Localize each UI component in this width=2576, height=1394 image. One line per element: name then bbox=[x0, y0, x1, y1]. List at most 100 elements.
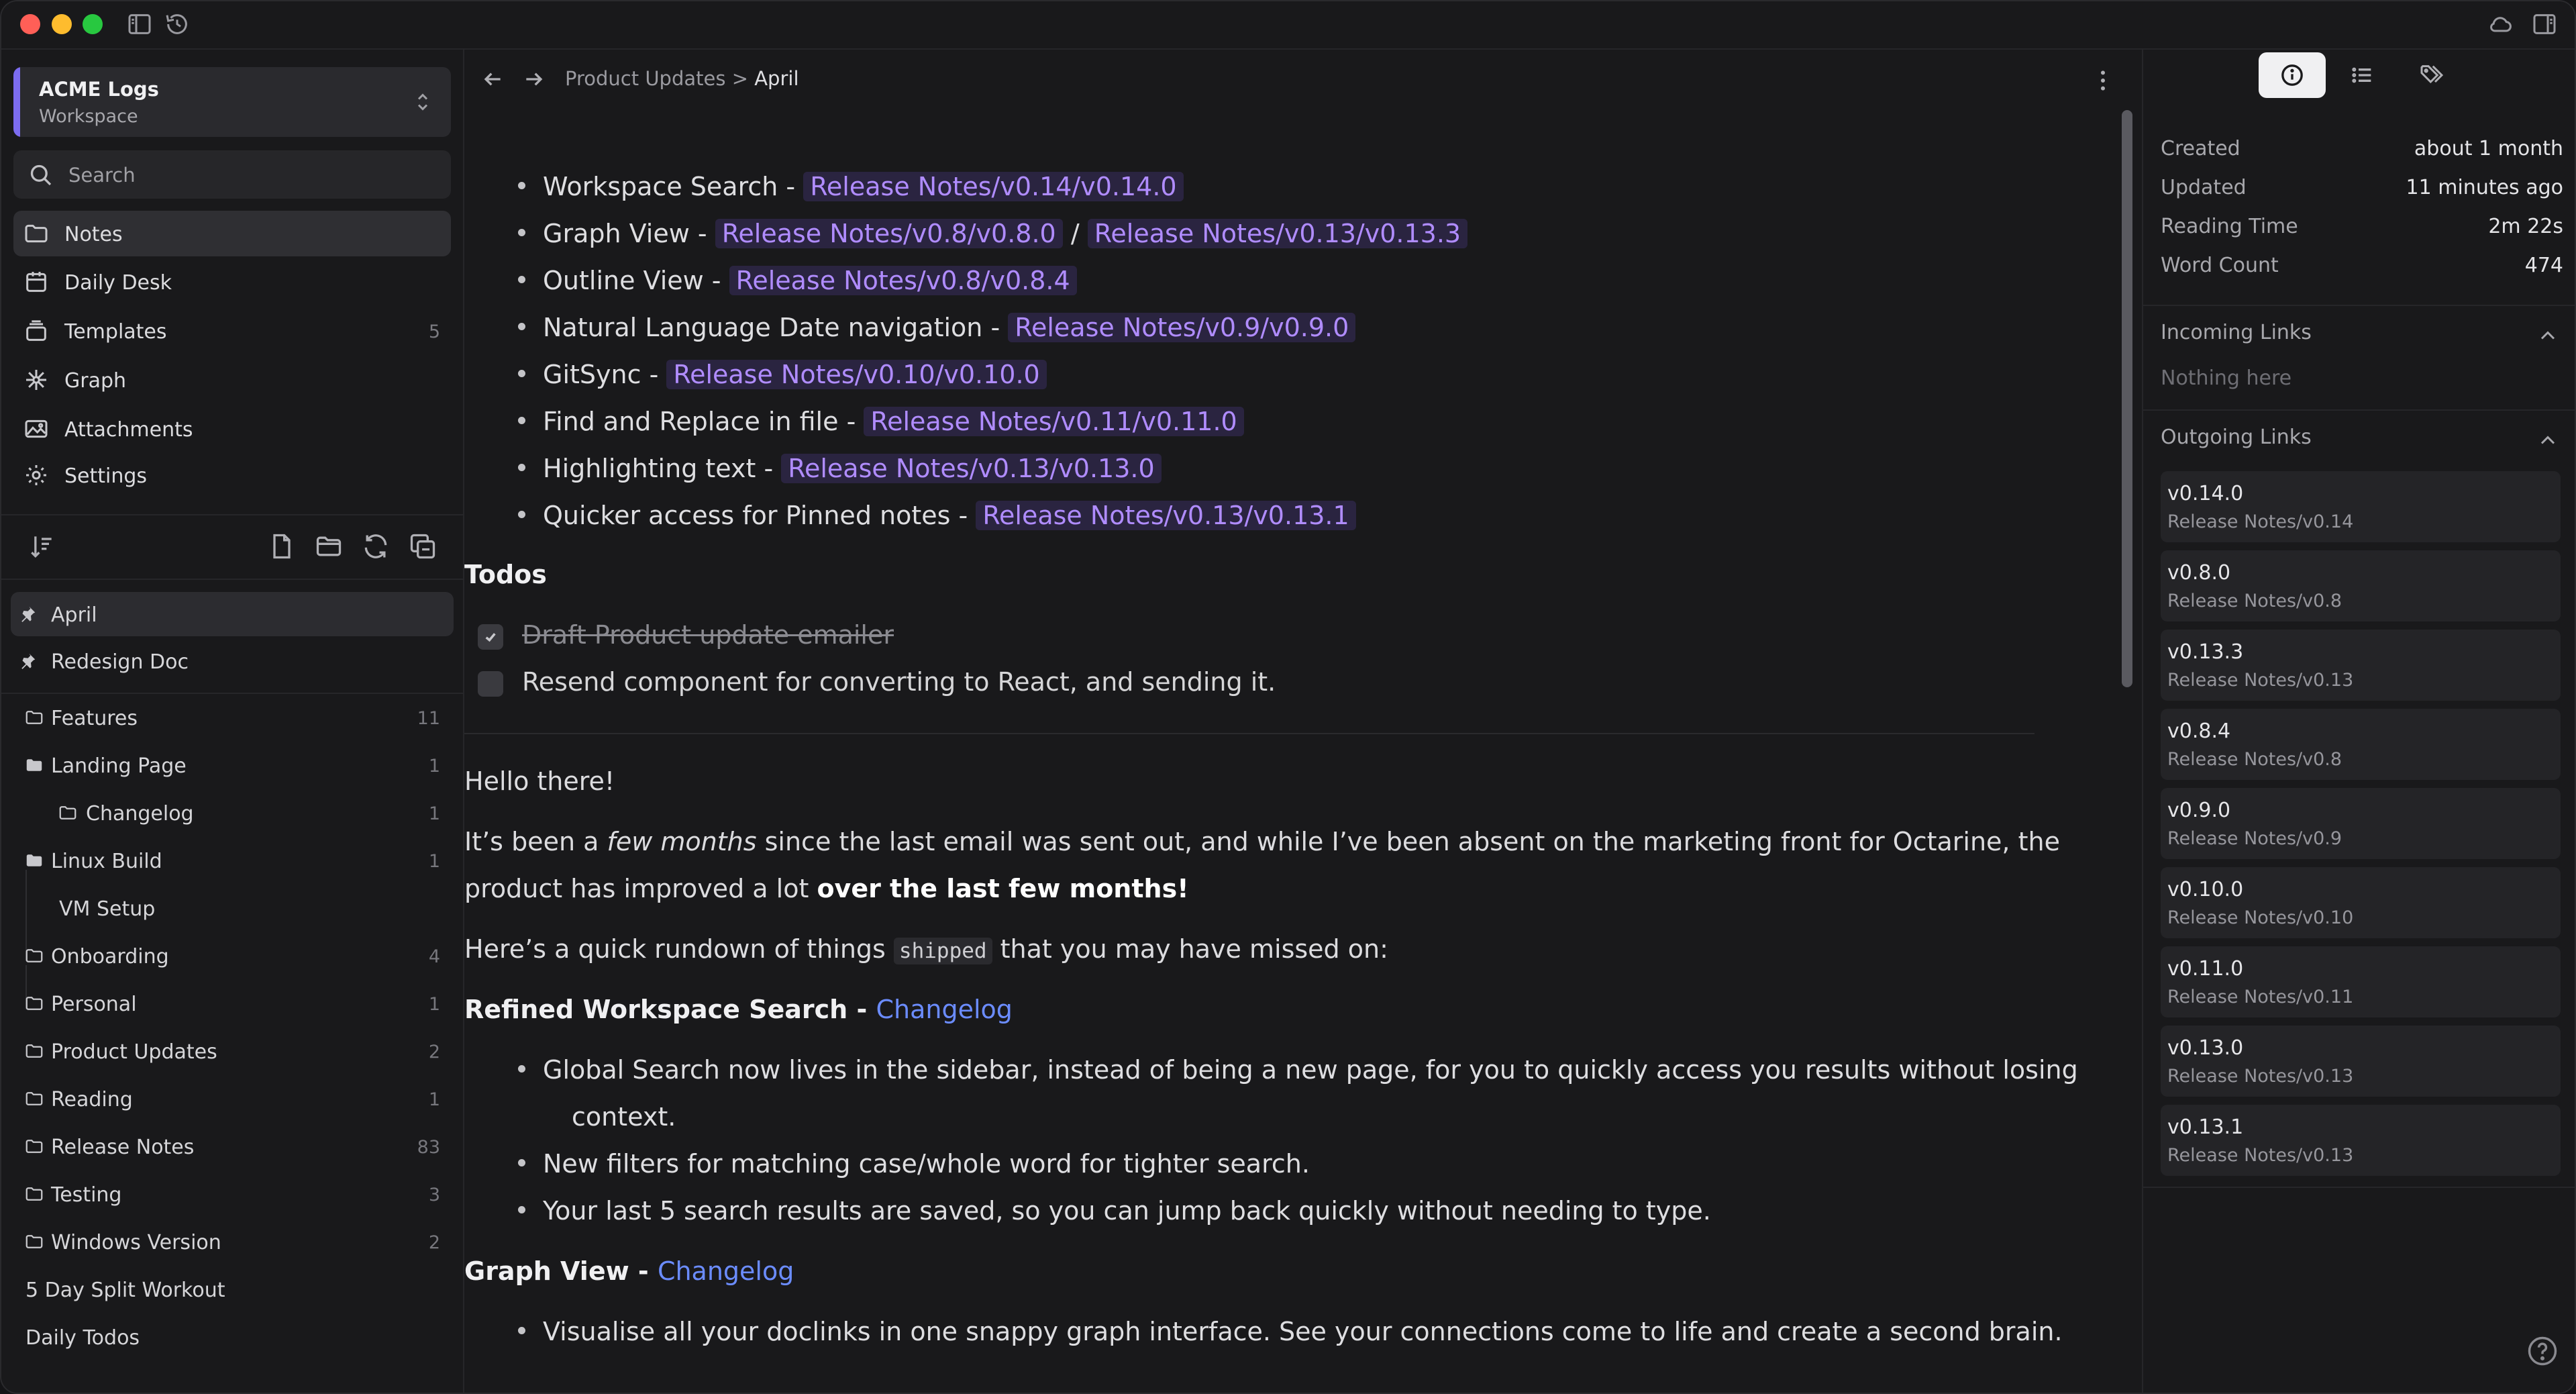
tree-folder-landing-page[interactable]: Landing Page 1 bbox=[11, 743, 454, 787]
tree-folder-features[interactable]: Features 11 bbox=[11, 695, 454, 740]
refresh-icon[interactable] bbox=[361, 532, 391, 561]
pinned-item-redesign-doc[interactable]: Redesign Doc bbox=[11, 639, 454, 683]
pinned-item-april[interactable]: April bbox=[11, 592, 454, 636]
section-heading: Refined Workspace Search - Changelog bbox=[464, 995, 1013, 1024]
list-item: Natural Language Date navigation - Relea… bbox=[518, 313, 1356, 342]
link-path: Release Notes/v0.9 bbox=[2167, 828, 2342, 849]
doclink[interactable]: Release Notes/v0.13/v0.13.0 bbox=[781, 454, 1162, 483]
chevron-up-icon[interactable] bbox=[2536, 323, 2560, 348]
doclink[interactable]: Release Notes/v0.8/v0.8.4 bbox=[729, 266, 1077, 295]
help-icon[interactable] bbox=[2525, 1334, 2560, 1368]
incoming-links-title[interactable]: Incoming Links bbox=[2161, 321, 2312, 344]
new-folder-icon[interactable] bbox=[314, 532, 344, 561]
tree-note-daily-todos[interactable]: Daily Todos bbox=[11, 1315, 454, 1359]
link-path: Release Notes/v0.8 bbox=[2167, 591, 2342, 611]
tree-item-count: 1 bbox=[428, 803, 440, 824]
bullet bbox=[518, 1206, 525, 1213]
back-arrow-icon[interactable] bbox=[479, 66, 506, 93]
sort-icon[interactable] bbox=[27, 532, 56, 561]
nav-item-templates[interactable]: Templates 5 bbox=[13, 308, 451, 354]
forward-arrow-icon[interactable] bbox=[521, 66, 548, 93]
close-window-button[interactable] bbox=[20, 14, 40, 34]
outgoing-link-card[interactable]: v0.11.0 Release Notes/v0.11 bbox=[2161, 946, 2561, 1017]
list-item-continuation: context. bbox=[572, 1102, 676, 1132]
link-title: v0.9.0 bbox=[2167, 799, 2231, 822]
nav-item-label: Settings bbox=[64, 464, 148, 488]
tree-note-vm-setup[interactable]: VM Setup bbox=[11, 886, 454, 930]
outgoing-link-card[interactable]: v0.13.1 Release Notes/v0.13 bbox=[2161, 1105, 2561, 1176]
bullet bbox=[518, 1327, 525, 1334]
tab-outline[interactable] bbox=[2328, 52, 2395, 98]
more-options-icon[interactable] bbox=[2090, 66, 2116, 95]
tree-item-count: 1 bbox=[428, 994, 440, 1015]
tree-folder-changelog[interactable]: Changelog 1 bbox=[11, 791, 454, 835]
doclink[interactable]: Release Notes/v0.13/v0.13.1 bbox=[976, 501, 1356, 530]
todo-checkbox[interactable] bbox=[478, 671, 503, 697]
sidebar-toggle-icon[interactable] bbox=[126, 11, 153, 38]
cloud-sync-icon[interactable] bbox=[2487, 11, 2514, 38]
meta-value: about 1 month bbox=[2414, 137, 2563, 160]
nav-item-settings[interactable]: Settings bbox=[13, 452, 451, 498]
breadcrumb-parent[interactable]: Product Updates bbox=[565, 67, 725, 90]
changelog-link[interactable]: Changelog bbox=[876, 995, 1012, 1024]
doclink[interactable]: Release Notes/v0.13/v0.13.3 bbox=[1087, 219, 1468, 248]
link-path: Release Notes/v0.10 bbox=[2167, 907, 2354, 928]
outgoing-link-card[interactable]: v0.10.0 Release Notes/v0.10 bbox=[2161, 867, 2561, 938]
tab-info[interactable] bbox=[2259, 52, 2326, 98]
title-bar bbox=[1, 1, 2575, 50]
tree-folder-release-notes[interactable]: Release Notes 83 bbox=[11, 1124, 454, 1168]
stack-icon bbox=[26, 320, 46, 341]
meta-value: 2m 22s bbox=[2488, 215, 2563, 238]
collapse-all-icon[interactable] bbox=[408, 532, 437, 561]
link-title: v0.8.0 bbox=[2167, 561, 2231, 585]
changelog-link[interactable]: Changelog bbox=[658, 1256, 794, 1286]
folder-open-icon bbox=[26, 854, 42, 866]
doclink[interactable]: Release Notes/v0.8/v0.8.0 bbox=[715, 219, 1063, 248]
outgoing-link-card[interactable]: v0.14.0 Release Notes/v0.14 bbox=[2161, 471, 2561, 542]
tree-item-label: Testing bbox=[51, 1183, 122, 1207]
history-icon[interactable] bbox=[164, 11, 191, 38]
tree-folder-windows-version[interactable]: Windows Version 2 bbox=[11, 1219, 454, 1264]
doclink[interactable]: Release Notes/v0.10/v0.10.0 bbox=[666, 360, 1047, 389]
nav-item-label: Notes bbox=[64, 223, 123, 246]
tree-folder-reading[interactable]: Reading 1 bbox=[11, 1077, 454, 1121]
new-file-icon[interactable] bbox=[267, 532, 297, 561]
right-panel-toggle-icon[interactable] bbox=[2531, 11, 2558, 38]
outgoing-link-card[interactable]: v0.8.0 Release Notes/v0.8 bbox=[2161, 550, 2561, 621]
maximize-window-button[interactable] bbox=[83, 14, 103, 34]
nav-item-daily-desk[interactable]: Daily Desk bbox=[13, 259, 451, 305]
minimize-window-button[interactable] bbox=[52, 14, 72, 34]
tree-folder-linux-build[interactable]: Linux Build 1 bbox=[11, 838, 454, 883]
doclink[interactable]: Release Notes/v0.9/v0.9.0 bbox=[1008, 313, 1356, 342]
editor-scrollbar[interactable] bbox=[2122, 110, 2132, 687]
doclink[interactable]: Release Notes/v0.11/v0.11.0 bbox=[864, 407, 1244, 436]
outgoing-link-card[interactable]: v0.13.0 Release Notes/v0.13 bbox=[2161, 1026, 2561, 1097]
nav-item-attachments[interactable]: Attachments bbox=[13, 406, 451, 452]
text-run: It’s been a bbox=[464, 827, 607, 856]
tree-note-5-day-split-workout[interactable]: 5 Day Split Workout bbox=[11, 1267, 454, 1311]
tree-folder-testing[interactable]: Testing 3 bbox=[11, 1172, 454, 1216]
tree-item-label: Product Updates bbox=[51, 1040, 217, 1064]
outgoing-link-card[interactable]: v0.9.0 Release Notes/v0.9 bbox=[2161, 788, 2561, 859]
tree-folder-product-updates[interactable]: Product Updates 2 bbox=[11, 1029, 454, 1073]
link-path: Release Notes/v0.8 bbox=[2167, 749, 2342, 770]
bullet bbox=[518, 1065, 525, 1073]
list-icon bbox=[2352, 67, 2371, 83]
divider bbox=[1, 579, 463, 580]
todo-checkbox[interactable] bbox=[478, 624, 503, 650]
outgoing-link-card[interactable]: v0.8.4 Release Notes/v0.8 bbox=[2161, 709, 2561, 780]
nav-item-graph[interactable]: Graph bbox=[13, 357, 451, 403]
chevron-up-icon[interactable] bbox=[2536, 428, 2560, 452]
folder-icon bbox=[25, 1187, 43, 1201]
workspace-switcher[interactable]: ACME Logs Workspace bbox=[13, 67, 451, 137]
tree-folder-personal[interactable]: Personal 1 bbox=[11, 981, 454, 1026]
doclink[interactable]: Release Notes/v0.14/v0.14.0 bbox=[803, 172, 1184, 201]
tree-folder-onboarding[interactable]: Onboarding 4 bbox=[11, 934, 454, 978]
tab-tags[interactable] bbox=[2398, 52, 2465, 98]
outgoing-links-title[interactable]: Outgoing Links bbox=[2161, 426, 2312, 449]
search-input[interactable]: Search bbox=[13, 150, 451, 199]
outgoing-link-card[interactable]: v0.13.3 Release Notes/v0.13 bbox=[2161, 630, 2561, 701]
nav-item-notes[interactable]: Notes bbox=[13, 211, 451, 256]
right-panel: Created about 1 month Updated 11 minutes a… bbox=[2142, 50, 2575, 1393]
meta-label: Updated bbox=[2161, 176, 2247, 199]
